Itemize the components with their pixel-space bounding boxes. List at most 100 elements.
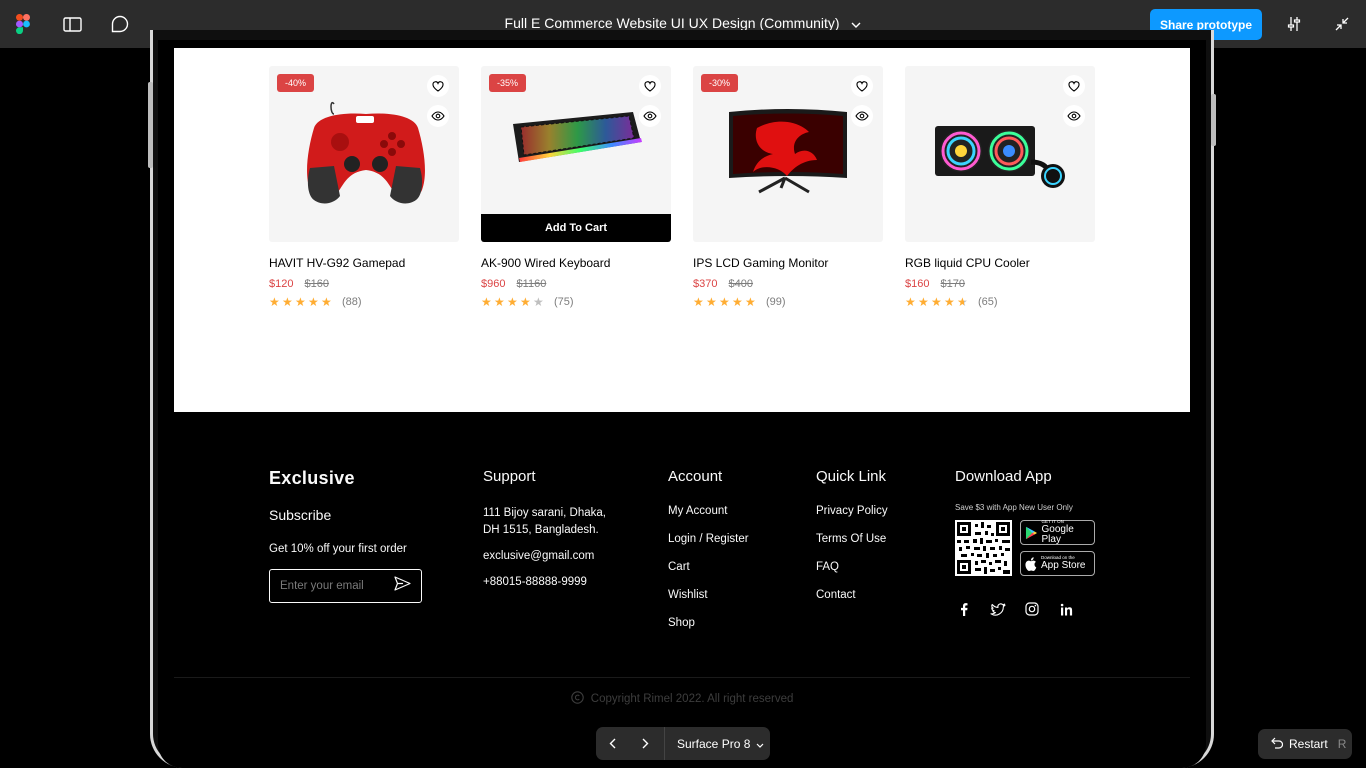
restart-label: Restart: [1289, 737, 1328, 751]
product-image-area[interactable]: -30%: [693, 66, 883, 242]
star-icon: ★: [507, 295, 518, 309]
star-icon: ★: [706, 295, 717, 309]
comment-icon[interactable]: [109, 13, 131, 35]
qr-code: [955, 520, 1012, 576]
star-icon: ★: [295, 295, 306, 309]
wishlist-heart-icon[interactable]: [427, 75, 449, 97]
device-select[interactable]: Surface Pro 8: [665, 737, 764, 751]
figma-logo-icon[interactable]: [16, 14, 30, 34]
file-title-text[interactable]: Full E Commerce Website UI UX Design (Co…: [505, 15, 840, 31]
restart-button[interactable]: Restart R: [1258, 729, 1352, 759]
next-frame-chevron-right-icon[interactable]: [629, 727, 662, 760]
product-rating: ★ ★ ★ ★ ★ (88): [269, 296, 459, 308]
product-card[interactable]: -30% IPS LCD Gaming Monitor $370 $400 ★ …: [693, 66, 883, 308]
star-rating: ★ ★ ★ ★ ★: [693, 296, 758, 308]
device-side-button: [148, 82, 153, 168]
discount-badge: -40%: [277, 74, 315, 92]
star-rating: ★ ★ ★ ★ ★: [905, 296, 970, 308]
review-count: (99): [766, 296, 786, 308]
product-card[interactable]: -35% Add To Cart AK-900 Wired Keyboard $…: [481, 66, 671, 308]
star-icon: ★: [282, 295, 293, 309]
star-icon: ★: [494, 295, 505, 309]
footer-divider: [174, 677, 1190, 678]
product-name[interactable]: HAVIT HV-G92 Gamepad: [269, 256, 459, 270]
wishlist-heart-icon[interactable]: [1063, 75, 1085, 97]
product-price: $370: [693, 278, 718, 290]
chevron-down-icon: [756, 737, 764, 751]
support-phone[interactable]: +88015-88888-9999: [483, 576, 606, 588]
quick-link-heading: Quick Link: [816, 468, 887, 485]
quick-view-eye-icon[interactable]: [427, 105, 449, 127]
discount-badge: -35%: [489, 74, 527, 92]
linkedin-icon[interactable]: [1057, 600, 1075, 618]
star-icon: ★: [745, 295, 756, 309]
instagram-icon[interactable]: [1023, 600, 1041, 618]
review-count: (88): [342, 296, 362, 308]
star-icon: ★: [931, 295, 942, 309]
footer-link-shop[interactable]: Shop: [668, 617, 749, 631]
product-prices: $370 $400: [693, 278, 883, 290]
quick-view-eye-icon[interactable]: [851, 105, 873, 127]
product-name[interactable]: RGB liquid CPU Cooler: [905, 256, 1095, 270]
footer-link-login-register[interactable]: Login / Register: [668, 533, 749, 547]
footer-quick-link-column: Quick Link Privacy Policy Terms Of Use F…: [816, 468, 888, 603]
wishlist-heart-icon[interactable]: [639, 75, 661, 97]
star-icon: ★: [533, 295, 544, 309]
site-footer: Exclusive Subscribe Get 10% off your fir…: [174, 412, 1190, 721]
prototype-screen: -40% HAVIT HV-G92 Gamepad $120 $160 ★ ★ …: [174, 48, 1190, 721]
restart-shortcut-key: R: [1337, 737, 1347, 751]
app-store-button[interactable]: Download on the App Store: [1020, 551, 1095, 576]
footer-link-cart[interactable]: Cart: [668, 561, 749, 575]
support-heading: Support: [483, 468, 536, 485]
previous-frame-chevron-left-icon[interactable]: [596, 727, 629, 760]
product-image-area[interactable]: -40%: [269, 66, 459, 242]
subscribe-offer: Get 10% off your first order: [269, 543, 407, 555]
product-image-area[interactable]: -35% Add To Cart: [481, 66, 671, 242]
collapse-icon[interactable]: [1331, 13, 1353, 35]
footer-link-wishlist[interactable]: Wishlist: [668, 589, 749, 603]
wishlist-heart-icon[interactable]: [851, 75, 873, 97]
product-prices: $120 $160: [269, 278, 459, 290]
product-rating: ★ ★ ★ ★ ★ (99): [693, 296, 883, 308]
product-name[interactable]: IPS LCD Gaming Monitor: [693, 256, 883, 270]
brand-logo[interactable]: Exclusive: [269, 468, 422, 489]
footer-link-contact[interactable]: Contact: [816, 589, 888, 603]
product-image-area[interactable]: [905, 66, 1095, 242]
support-email[interactable]: exclusive@gmail.com: [483, 550, 606, 562]
download-app-note: Save $3 with App New User Only: [955, 503, 1073, 512]
product-card[interactable]: RGB liquid CPU Cooler $160 $170 ★ ★ ★ ★ ★ (6…: [905, 66, 1095, 308]
star-icon: ★: [719, 295, 730, 309]
star-icon: ★: [308, 295, 319, 309]
keyboard-image: [513, 112, 642, 162]
google-play-label: Google Play: [1041, 523, 1074, 545]
product-card[interactable]: -40% HAVIT HV-G92 Gamepad $120 $160 ★ ★ …: [269, 66, 459, 308]
send-icon[interactable]: [394, 576, 411, 596]
product-section: -40% HAVIT HV-G92 Gamepad $120 $160 ★ ★ …: [174, 48, 1190, 412]
product-name[interactable]: AK-900 Wired Keyboard: [481, 256, 671, 270]
product-price: $120: [269, 278, 294, 290]
star-icon: ★: [481, 295, 492, 309]
google-play-icon: [1025, 526, 1038, 539]
social-links: [955, 600, 1095, 618]
add-to-cart-button[interactable]: Add To Cart: [481, 214, 671, 242]
settings-sliders-icon[interactable]: [1283, 13, 1305, 35]
footer-download-column: Download App Save $3 with App New User O…: [955, 468, 1095, 618]
star-rating: ★ ★ ★ ★ ★: [269, 296, 334, 308]
product-rating: ★ ★ ★ ★ ★ (65): [905, 296, 1095, 308]
copyright-text: Copyright Rimel 2022. All right reserved: [590, 693, 794, 705]
footer-link-privacy-policy[interactable]: Privacy Policy: [816, 505, 888, 519]
chevron-down-icon[interactable]: [851, 15, 861, 31]
prototype-navigation: Surface Pro 8: [596, 727, 770, 760]
facebook-icon[interactable]: [955, 600, 973, 618]
star-icon: ★: [957, 296, 970, 308]
footer-link-my-account[interactable]: My Account: [668, 505, 749, 519]
google-play-button[interactable]: GET IT ON Google Play: [1020, 520, 1095, 545]
address-line: 111 Bijoy sarani, Dhaka,: [483, 507, 606, 519]
footer-link-terms[interactable]: Terms Of Use: [816, 533, 888, 547]
footer-link-faq[interactable]: FAQ: [816, 561, 888, 575]
star-icon: ★: [944, 295, 955, 309]
email-input[interactable]: [280, 580, 385, 592]
twitter-icon[interactable]: [989, 600, 1007, 618]
sidebar-toggle-icon[interactable]: [61, 13, 83, 35]
star-icon: ★: [321, 295, 332, 309]
